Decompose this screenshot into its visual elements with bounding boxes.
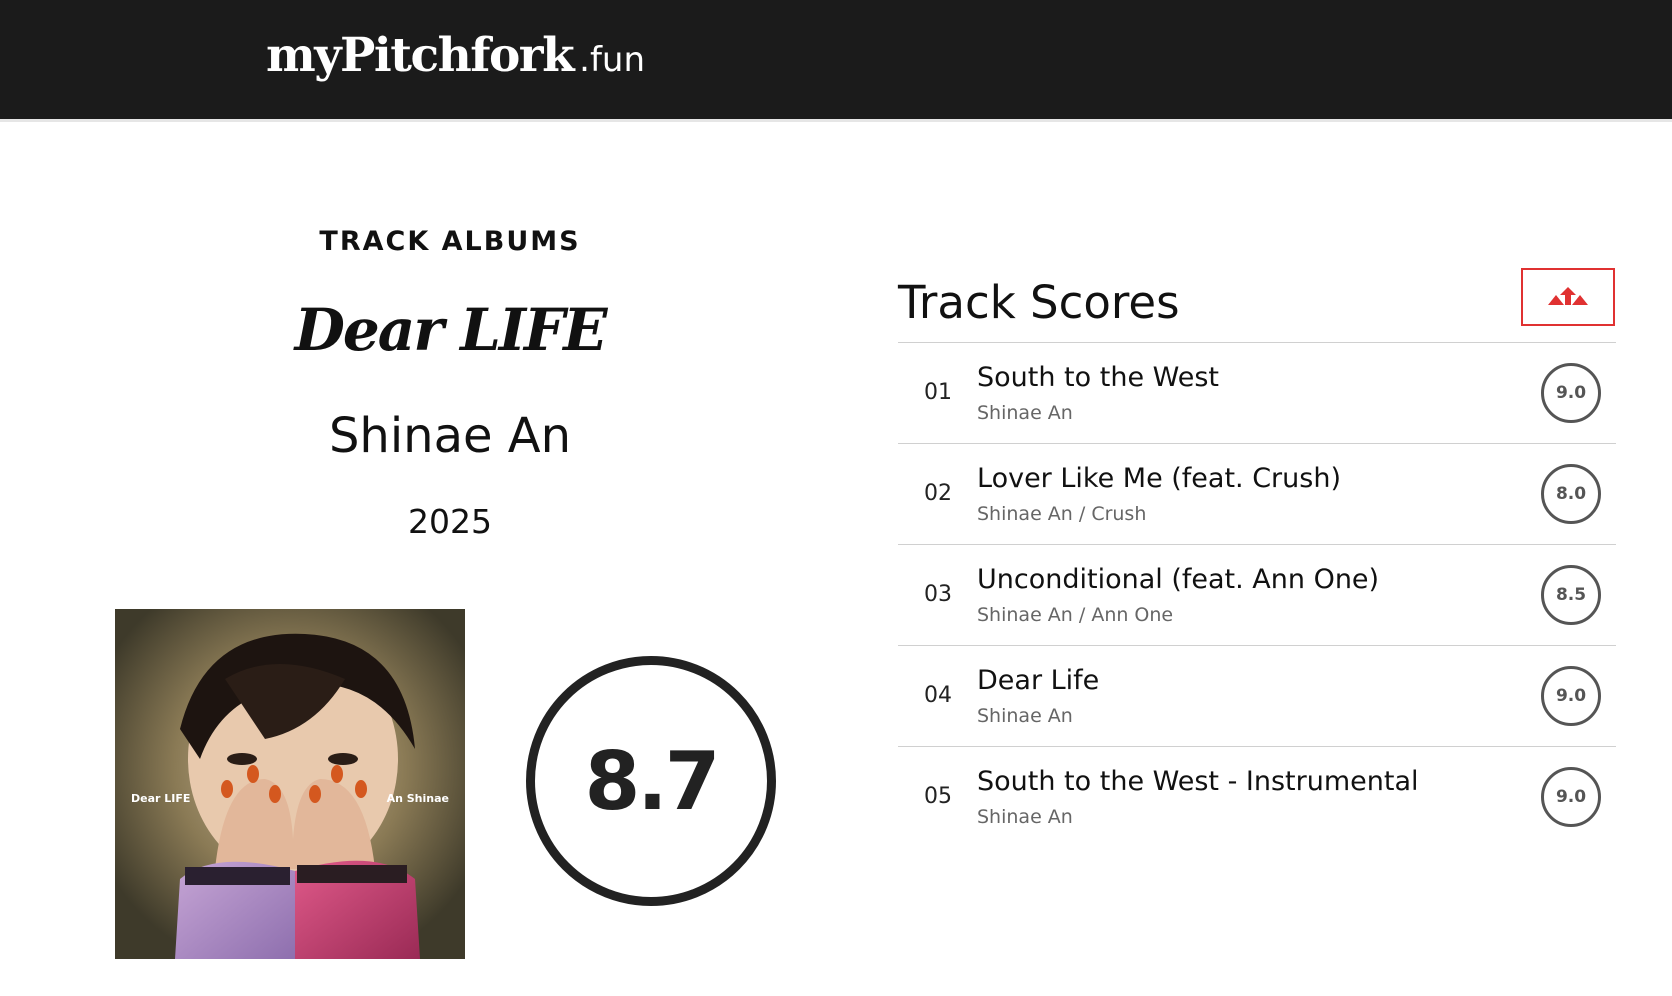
track-score-badge: 9.0 bbox=[1541, 666, 1601, 726]
track-number: 05 bbox=[924, 784, 952, 809]
track-title[interactable]: Lover Like Me (feat. Crush) bbox=[977, 463, 1341, 494]
sort-button[interactable] bbox=[1521, 268, 1615, 326]
cover-title-text: Dear LIFE bbox=[131, 792, 191, 805]
logo-main-text: myPitchfork bbox=[266, 28, 575, 83]
section-label: TRACK ALBUMS bbox=[319, 226, 581, 257]
track-row[interactable]: 01 South to the West Shinae An 9.0 bbox=[898, 343, 1616, 444]
album-year: 2025 bbox=[408, 502, 492, 541]
album-cover-art bbox=[115, 609, 465, 959]
track-artist: Shinae An bbox=[977, 402, 1073, 424]
album-title: Dear LIFE bbox=[294, 296, 608, 364]
track-score-badge: 8.0 bbox=[1541, 464, 1601, 524]
track-title[interactable]: South to the West - Instrumental bbox=[977, 766, 1419, 797]
track-scores-heading: Track Scores bbox=[898, 276, 1180, 329]
track-title[interactable]: Dear Life bbox=[977, 665, 1099, 696]
top-nav-bar: myPitchfork .fun bbox=[0, 0, 1672, 122]
album-score-circle: 8.7 bbox=[526, 656, 776, 906]
site-logo[interactable]: myPitchfork .fun bbox=[266, 28, 645, 83]
track-row[interactable]: 04 Dear Life Shinae An 9.0 bbox=[898, 646, 1616, 747]
track-title[interactable]: South to the West bbox=[977, 362, 1219, 393]
sort-arrows-icon bbox=[1548, 287, 1588, 305]
track-row[interactable]: 05 South to the West - Instrumental Shin… bbox=[898, 747, 1616, 848]
track-artist: Shinae An / Crush bbox=[977, 503, 1147, 525]
album-cover-image: Dear LIFE An Shinae bbox=[115, 609, 465, 959]
track-number: 02 bbox=[924, 481, 952, 506]
track-score-badge: 9.0 bbox=[1541, 767, 1601, 827]
track-row[interactable]: 03 Unconditional (feat. Ann One) Shinae … bbox=[898, 545, 1616, 646]
track-artist: Shinae An bbox=[977, 806, 1073, 828]
track-row[interactable]: 02 Lover Like Me (feat. Crush) Shinae An… bbox=[898, 444, 1616, 545]
track-number: 01 bbox=[924, 380, 952, 405]
track-artist: Shinae An bbox=[977, 705, 1073, 727]
track-score-badge: 8.5 bbox=[1541, 565, 1601, 625]
album-artist: Shinae An bbox=[328, 408, 572, 464]
track-score-badge: 9.0 bbox=[1541, 363, 1601, 423]
track-list: 01 South to the West Shinae An 9.0 02 Lo… bbox=[898, 342, 1616, 848]
logo-sub-text: .fun bbox=[579, 40, 646, 80]
track-number: 03 bbox=[924, 582, 952, 607]
track-title[interactable]: Unconditional (feat. Ann One) bbox=[977, 564, 1379, 595]
cover-artist-text: An Shinae bbox=[386, 792, 449, 805]
track-number: 04 bbox=[924, 683, 952, 708]
track-artist: Shinae An / Ann One bbox=[977, 604, 1174, 626]
